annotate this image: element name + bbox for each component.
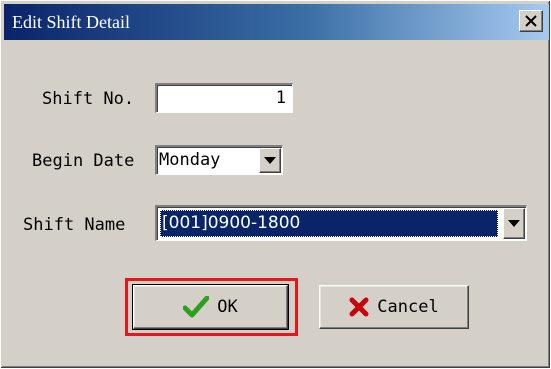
shift-no-input[interactable]: 1	[155, 83, 293, 113]
begin-date-value: Monday	[159, 150, 221, 170]
chevron-down-icon	[508, 220, 520, 227]
shift-name-select[interactable]: [001]0900-1800	[155, 205, 527, 241]
shift-name-dropdown-button[interactable]	[503, 208, 525, 239]
shift-no-value: 1	[275, 88, 286, 108]
edit-shift-dialog: Edit Shift Detail Shift No. 1 Begin Date…	[0, 0, 551, 369]
cancel-button[interactable]: Cancel	[319, 285, 469, 329]
ok-button-label: OK	[217, 297, 238, 317]
cancel-button-label: Cancel	[377, 297, 439, 317]
window-title: Edit Shift Detail	[12, 12, 130, 32]
begin-date-label: Begin Date	[32, 151, 135, 171]
shift-no-label: Shift No.	[42, 89, 135, 109]
ok-button[interactable]: OK	[132, 284, 289, 330]
close-button[interactable]	[519, 10, 543, 32]
chevron-down-icon	[264, 157, 276, 164]
begin-date-select[interactable]: Monday	[155, 145, 283, 175]
shift-name-label: Shift Name	[23, 215, 126, 235]
close-icon	[525, 15, 537, 27]
begin-date-dropdown-button[interactable]	[259, 148, 281, 173]
check-icon	[183, 296, 210, 318]
shift-name-value: [001]0900-1800	[160, 210, 498, 237]
title-bar: Edit Shift Detail	[4, 4, 549, 40]
x-icon	[349, 297, 369, 317]
